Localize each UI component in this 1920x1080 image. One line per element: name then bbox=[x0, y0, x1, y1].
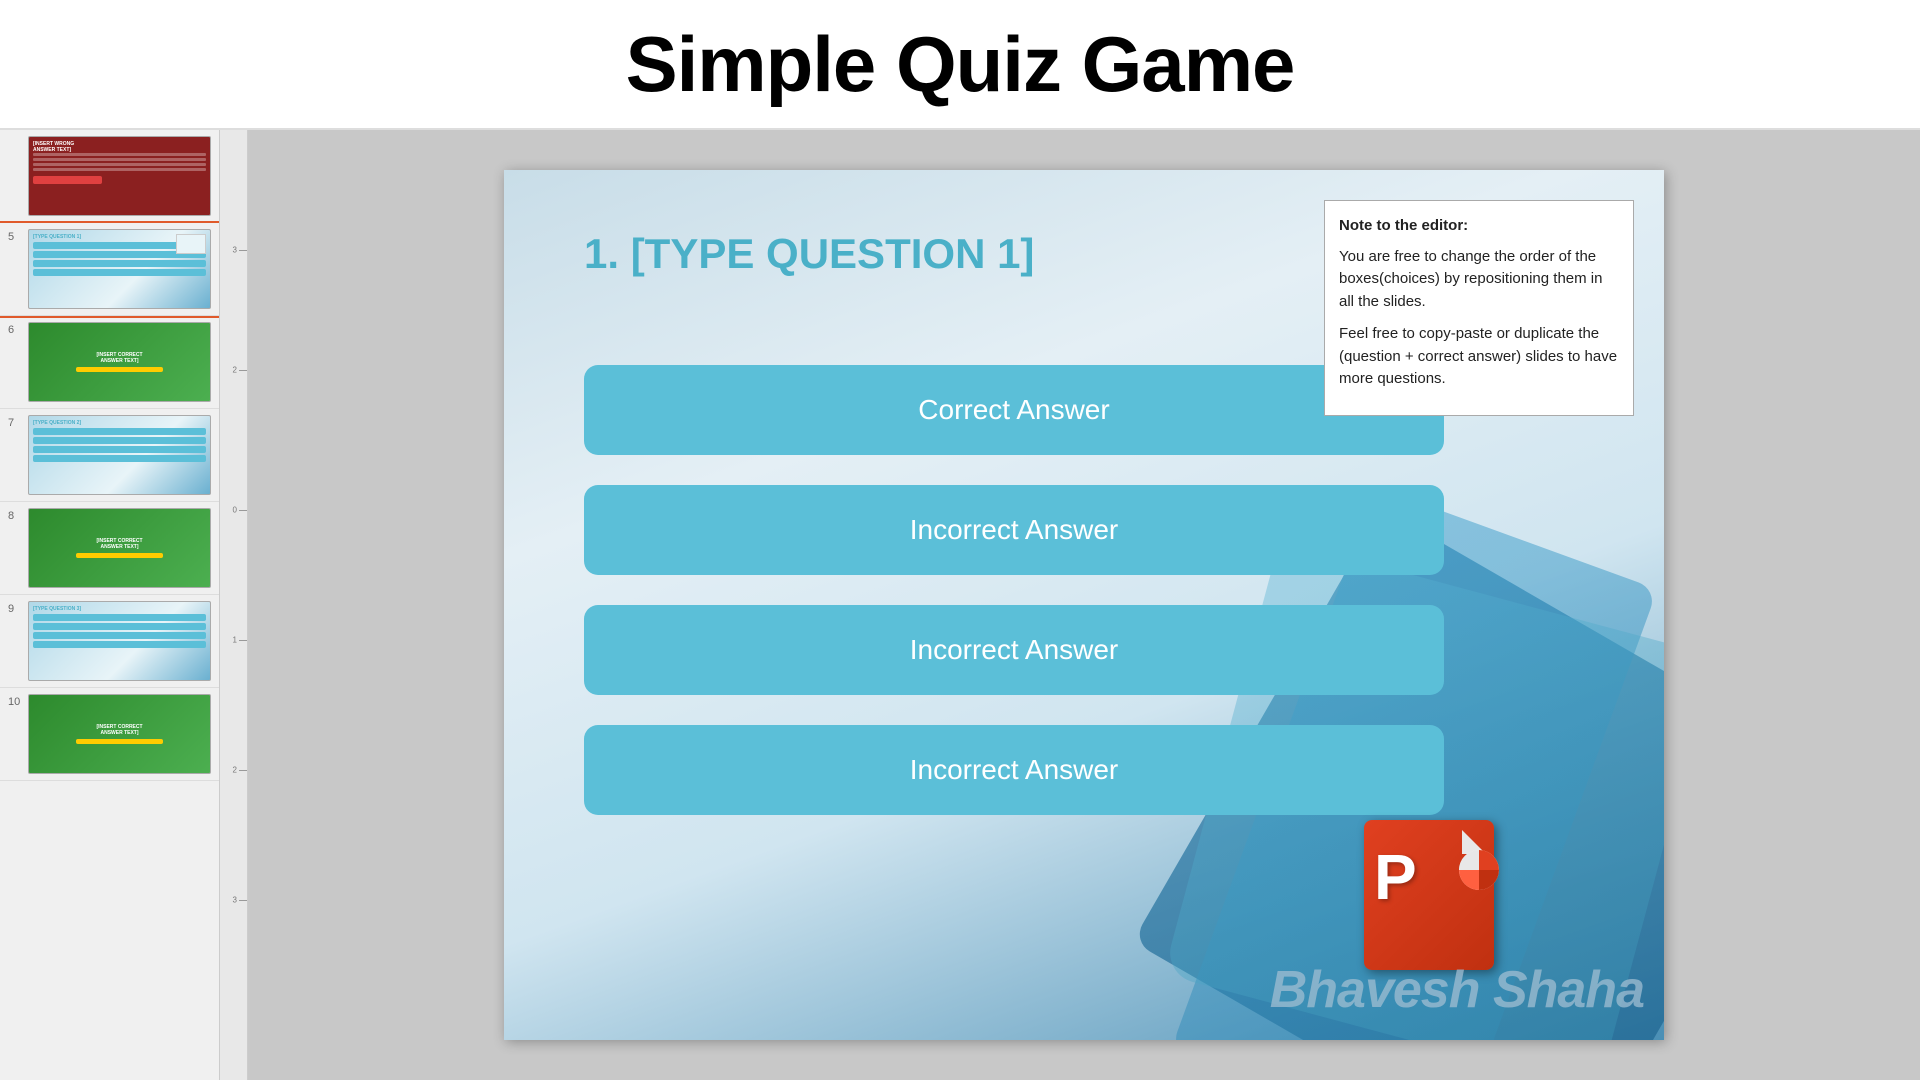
slide-thumb-lines bbox=[33, 153, 206, 173]
slide-thumbnail-8: [INSERT CORRECTANSWER TEXT] bbox=[28, 508, 211, 588]
slide-item-10[interactable]: 10 [INSERT CORRECTANSWER TEXT] bbox=[0, 688, 219, 781]
slide-number-10: 10 bbox=[8, 694, 22, 708]
watermark-text: Bhavesh Shaha bbox=[1270, 960, 1644, 1020]
slide-panel: [INSERT WRONGANSWER TEXT] 5 [TYPE QUESTI… bbox=[0, 130, 220, 1080]
vertical-ruler: 3 2 0 1 2 3 bbox=[220, 130, 248, 1080]
slide-item-9[interactable]: 9 [TYPE QUESTION 3] bbox=[0, 595, 219, 688]
slide-number-6: 6 bbox=[8, 322, 22, 336]
question-text: 1. [TYPE QUESTION 1] bbox=[584, 230, 1034, 278]
answer-button-1[interactable]: Correct Answer bbox=[584, 365, 1444, 455]
slide-number-7: 7 bbox=[8, 415, 22, 429]
slide-thumbnail: [INSERT WRONGANSWER TEXT] bbox=[28, 136, 211, 216]
slide-item-8[interactable]: 8 [INSERT CORRECTANSWER TEXT] bbox=[0, 502, 219, 595]
slide-thumbnail-10: [INSERT CORRECTANSWER TEXT] bbox=[28, 694, 211, 774]
answer-button-3[interactable]: Incorrect Answer bbox=[584, 605, 1444, 695]
note-para-2: Feel free to copy-paste or duplicate the… bbox=[1339, 323, 1619, 391]
app-title: Simple Quiz Game bbox=[626, 19, 1295, 110]
slide-item-7[interactable]: 7 [TYPE QUESTION 2] bbox=[0, 409, 219, 502]
slide-thumbnail-5: [TYPE QUESTION 1] bbox=[28, 229, 211, 309]
slide-item-6[interactable]: 6 [INSERT CORRECTANSWER TEXT] bbox=[0, 316, 219, 409]
answer-button-4[interactable]: Incorrect Answer bbox=[584, 725, 1444, 815]
title-bar: Simple Quiz Game bbox=[0, 0, 1920, 130]
slide-canvas: 1. [TYPE QUESTION 1] Correct Answer Inco… bbox=[248, 130, 1920, 1080]
slide: 1. [TYPE QUESTION 1] Correct Answer Inco… bbox=[504, 170, 1664, 1040]
editor-note-box: Note to the editor: You are free to chan… bbox=[1324, 200, 1634, 416]
slide-number-9: 9 bbox=[8, 601, 22, 615]
slide-thumbnail-7: [TYPE QUESTION 2] bbox=[28, 415, 211, 495]
note-para-1: You are free to change the order of the … bbox=[1339, 246, 1619, 314]
powerpoint-logo: P bbox=[1354, 810, 1524, 980]
slide-item-wrong[interactable]: [INSERT WRONGANSWER TEXT] bbox=[0, 130, 219, 223]
answer-button-2[interactable]: Incorrect Answer bbox=[584, 485, 1444, 575]
slide-thumbnail-6: [INSERT CORRECTANSWER TEXT] bbox=[28, 322, 211, 402]
slide-number-5: 5 bbox=[8, 229, 22, 243]
slide-number-8: 8 bbox=[8, 508, 22, 522]
slide-thumbnail-9: [TYPE QUESTION 3] bbox=[28, 601, 211, 681]
slide-item-5[interactable]: 5 [TYPE QUESTION 1] bbox=[0, 223, 219, 316]
main-area: [INSERT WRONGANSWER TEXT] 5 [TYPE QUESTI… bbox=[0, 130, 1920, 1080]
ppt-icon: P bbox=[1354, 810, 1524, 980]
slide-thumb-label: [INSERT WRONGANSWER TEXT] bbox=[33, 141, 206, 153]
slide-number bbox=[8, 136, 22, 138]
note-title: Note to the editor: bbox=[1339, 215, 1619, 238]
ppt-chart-icon bbox=[1454, 845, 1504, 895]
